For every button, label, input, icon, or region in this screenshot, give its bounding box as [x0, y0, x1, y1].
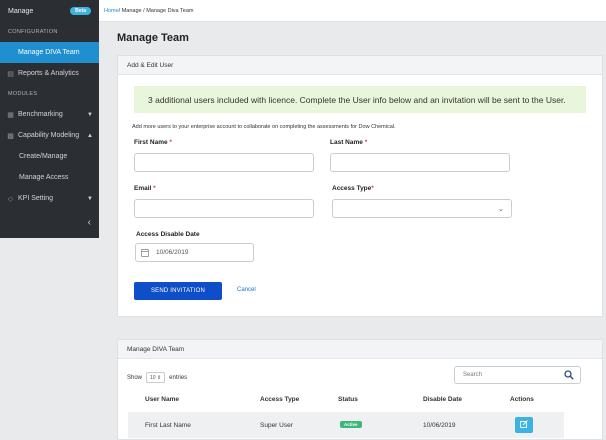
breadcrumb: Home / Manage / Manage Diva Team — [99, 0, 606, 22]
last-name-label: Last Name * — [330, 139, 368, 146]
col-access-type[interactable]: Access Type — [260, 396, 300, 403]
show-label: Show — [127, 374, 143, 381]
sidebar-header: Manage Beta — [0, 0, 99, 22]
cell-access-type: Super User — [260, 422, 293, 429]
sidebar-item-label: Capability Modeling — [18, 132, 80, 139]
section-modules: MODULES — [8, 91, 38, 97]
edit-icon — [520, 420, 528, 430]
sidebar: Manage Beta CONFIGURATION Manage DIVA Te… — [0, 0, 99, 238]
sidebar-item-label: Create/Manage — [19, 153, 68, 160]
col-user-name[interactable]: User Name — [145, 396, 179, 403]
sidebar-item-manage-access[interactable]: Manage Access — [0, 167, 99, 188]
table-row: First Last Name Super User Active 10/06/… — [128, 412, 564, 438]
cell-user-name: First Last Name — [145, 422, 191, 429]
sidebar-title: Manage — [8, 7, 34, 15]
add-edit-user-panel: Add & Edit User 3 additional users inclu… — [117, 55, 603, 317]
access-type-label: Access Type* — [332, 185, 374, 192]
panel-title: Manage DIVA Team — [118, 340, 602, 359]
benchmark-icon: ▦ — [7, 111, 14, 119]
beta-badge: Beta — [70, 7, 91, 15]
section-configuration: CONFIGURATION — [8, 29, 58, 35]
access-disable-date-input[interactable]: 10/06/2019 — [135, 243, 254, 262]
table-header: User Name Access Type Status ▲▼ Disable … — [128, 390, 564, 421]
access-disable-date-label: Access Disable Date — [136, 231, 200, 238]
search-input[interactable]: Search — [454, 366, 581, 384]
email-label: Email * — [134, 185, 156, 192]
caret-up-icon: ▲ — [87, 132, 93, 139]
calendar-icon — [141, 248, 149, 257]
entries-control: Show 10 ⇕ entries — [127, 372, 187, 383]
sidebar-item-label: Manage DIVA Team — [18, 49, 80, 56]
search-placeholder: Search — [463, 372, 483, 378]
sidebar-item-reports[interactable]: ▤ Reports & Analytics — [0, 63, 99, 84]
send-invitation-button[interactable]: SEND INVITATION — [134, 282, 222, 300]
sidebar-item-label: Reports & Analytics — [18, 70, 79, 77]
access-type-select[interactable]: ⌄ — [332, 199, 512, 218]
first-name-input[interactable] — [134, 153, 314, 172]
email-input[interactable] — [134, 199, 314, 218]
licence-notice: 3 additional users included with licence… — [134, 86, 586, 113]
date-value: 10/06/2019 — [156, 249, 189, 256]
status-badge: Active — [340, 421, 362, 428]
entries-select[interactable]: 10 ⇕ — [146, 372, 166, 383]
cell-disable-date: 10/06/2019 — [423, 422, 456, 429]
sort-arrows-icon: ⇕ — [156, 374, 162, 381]
sidebar-item-label: Benchmarking — [18, 111, 63, 118]
notice-text: 3 additional users included with licence… — [148, 94, 566, 105]
col-disable-date[interactable]: Disable Date — [423, 396, 463, 403]
panel-title: Add & Edit User — [118, 56, 602, 75]
first-name-label: First Name * — [134, 139, 172, 146]
search-icon[interactable] — [564, 370, 574, 382]
chevron-down-icon: ⌄ — [498, 206, 504, 213]
reports-icon: ▤ — [7, 70, 14, 78]
sidebar-item-kpi-setting[interactable]: ◇ KPI Setting ▼ — [0, 188, 99, 209]
cancel-link[interactable]: Cancel — [237, 287, 256, 293]
breadcrumb-home-link[interactable]: Home — [104, 8, 119, 14]
sidebar-item-create-manage[interactable]: Create/Manage — [0, 146, 99, 167]
entries-label: entries — [169, 374, 188, 381]
page-title: Manage Team — [117, 32, 189, 44]
diamond-icon: ◇ — [7, 195, 14, 203]
collapse-sidebar-icon[interactable]: ‹ — [88, 217, 91, 228]
grid-icon: ▩ — [7, 132, 14, 140]
sidebar-item-benchmarking[interactable]: ▦ Benchmarking ▼ — [0, 104, 99, 125]
manage-team-panel: Manage DIVA Team Show 10 ⇕ entries Searc… — [117, 339, 603, 440]
sidebar-item-label: KPI Setting — [18, 195, 54, 202]
last-name-input[interactable] — [330, 153, 510, 172]
edit-button[interactable] — [515, 417, 533, 433]
caret-down-icon: ▼ — [87, 195, 93, 202]
caret-down-icon: ▼ — [87, 111, 93, 118]
breadcrumb-path: / Manage / Manage Diva Team — [118, 7, 194, 14]
sidebar-item-capability-modeling[interactable]: ▩ Capability Modeling ▲ — [0, 125, 99, 146]
col-actions: Actions — [510, 396, 534, 403]
col-status[interactable]: Status — [338, 396, 358, 403]
sidebar-item-label: Manage Access — [19, 174, 69, 181]
sidebar-item-manage-diva-team[interactable]: Manage DIVA Team — [0, 42, 99, 63]
help-text: Add more users to your enterprise accoun… — [132, 124, 396, 130]
